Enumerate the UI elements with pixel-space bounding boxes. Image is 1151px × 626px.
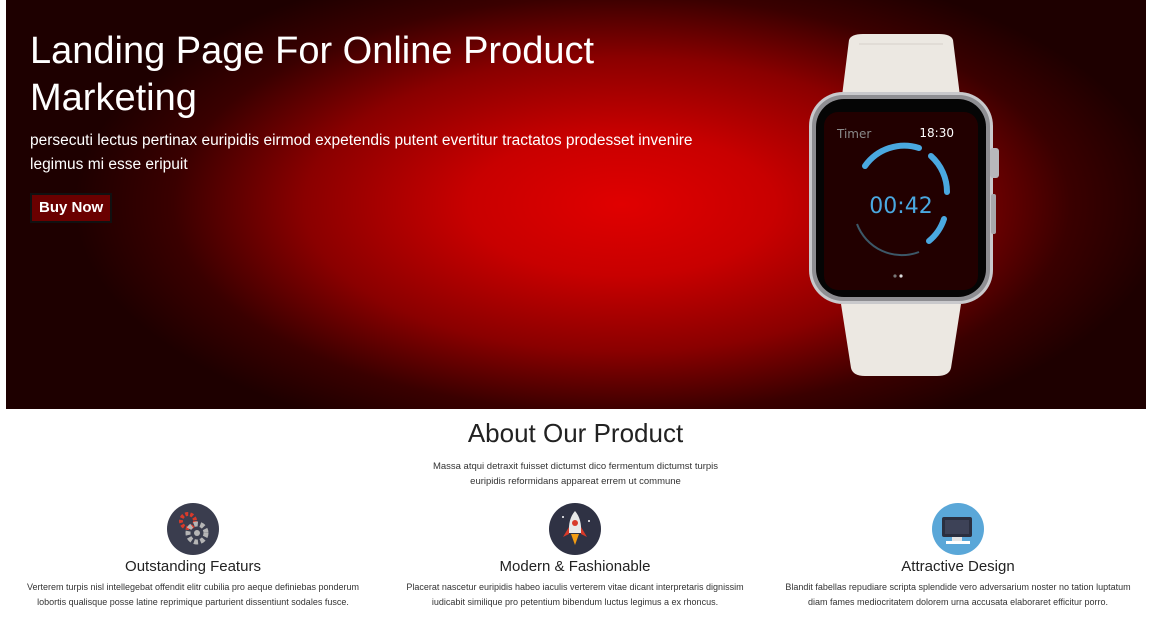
about-description: Massa atqui detraxit fuisset dictumst di… <box>432 461 719 487</box>
smartwatch-image: Timer 18:30 00:42 <box>801 34 1001 376</box>
feature-outstanding: Outstanding Featurs Verterem turpis nisl… <box>18 503 368 610</box>
about-title: About Our Product <box>467 418 684 448</box>
watch-timer-label: Timer <box>837 127 872 141</box>
hero-subtitle: persecuti lectus pertinax euripidis eirm… <box>30 132 693 173</box>
feature-attractive: Attractive Design Blandit fabellas repud… <box>783 503 1133 610</box>
watch-clock: 18:30 <box>919 126 954 140</box>
feature-text: Blandit fabellas repudiare scripta splen… <box>785 582 1131 607</box>
rocket-icon <box>549 503 601 555</box>
buy-now-button[interactable]: Buy Now <box>30 193 113 223</box>
monitor-icon <box>932 503 984 555</box>
feature-text: Verterem turpis nisl intellegebat offend… <box>26 582 360 607</box>
feature-title: Modern & Fashionable <box>499 558 651 575</box>
feature-modern: Modern & Fashionable Placerat nascetur e… <box>400 503 750 610</box>
hero-banner: Landing Page For Online Product Marketin… <box>6 0 1146 409</box>
feature-title: Attractive Design <box>901 558 1015 575</box>
feature-text: Placerat nascetur euripidis habeo iaculi… <box>406 582 744 607</box>
hero-title: Landing Page For Online Product Marketin… <box>30 30 595 119</box>
watch-timer-value: 00:42 <box>869 194 933 219</box>
gears-icon <box>167 503 219 555</box>
feature-title: Outstanding Featurs <box>125 558 261 575</box>
